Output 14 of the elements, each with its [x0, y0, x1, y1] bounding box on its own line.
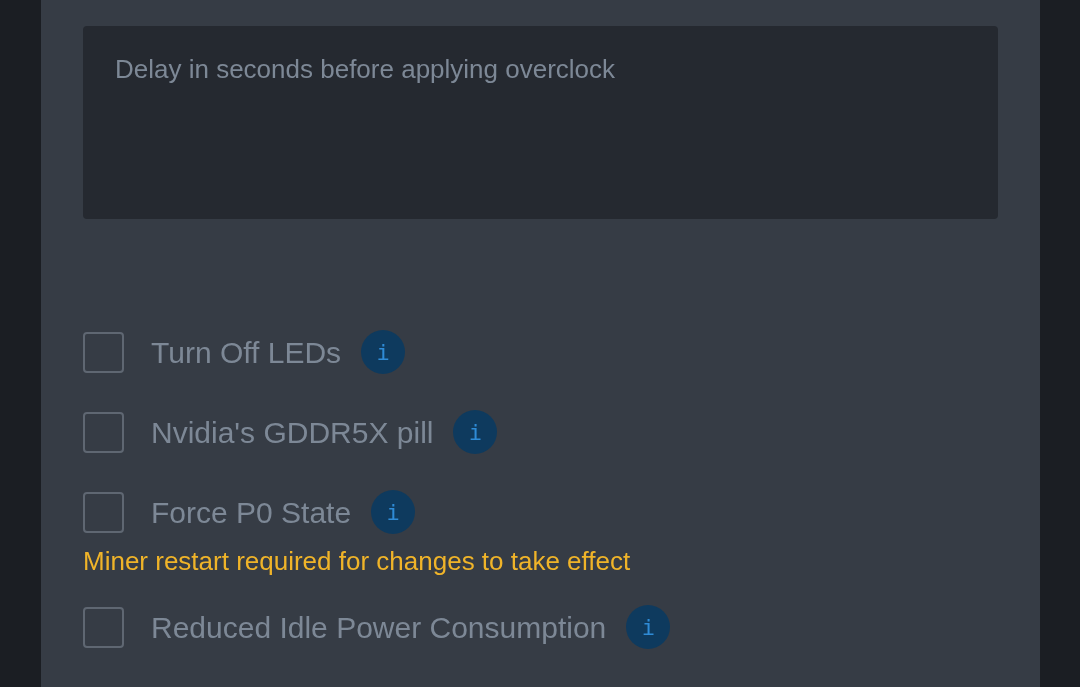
- info-button[interactable]: i: [626, 605, 671, 649]
- checkbox[interactable]: [83, 411, 124, 453]
- option-label: Turn Off LEDs: [151, 334, 342, 371]
- info-button[interactable]: i: [371, 490, 416, 534]
- option-label: Nvidia's GDDR5X pill: [151, 414, 434, 451]
- restart-notice: Miner restart required for changes to take effect: [83, 545, 631, 578]
- checkbox[interactable]: [83, 491, 124, 533]
- delay-field[interactable]: Delay in seconds before applying overclock: [83, 26, 998, 219]
- option-label: Force P0 State: [151, 494, 352, 531]
- info-button[interactable]: i: [453, 410, 498, 454]
- option-label: Reduced Idle Power Consumption: [151, 609, 607, 646]
- checkbox[interactable]: [83, 606, 124, 648]
- info-button[interactable]: i: [361, 330, 406, 374]
- checkbox[interactable]: [83, 331, 124, 373]
